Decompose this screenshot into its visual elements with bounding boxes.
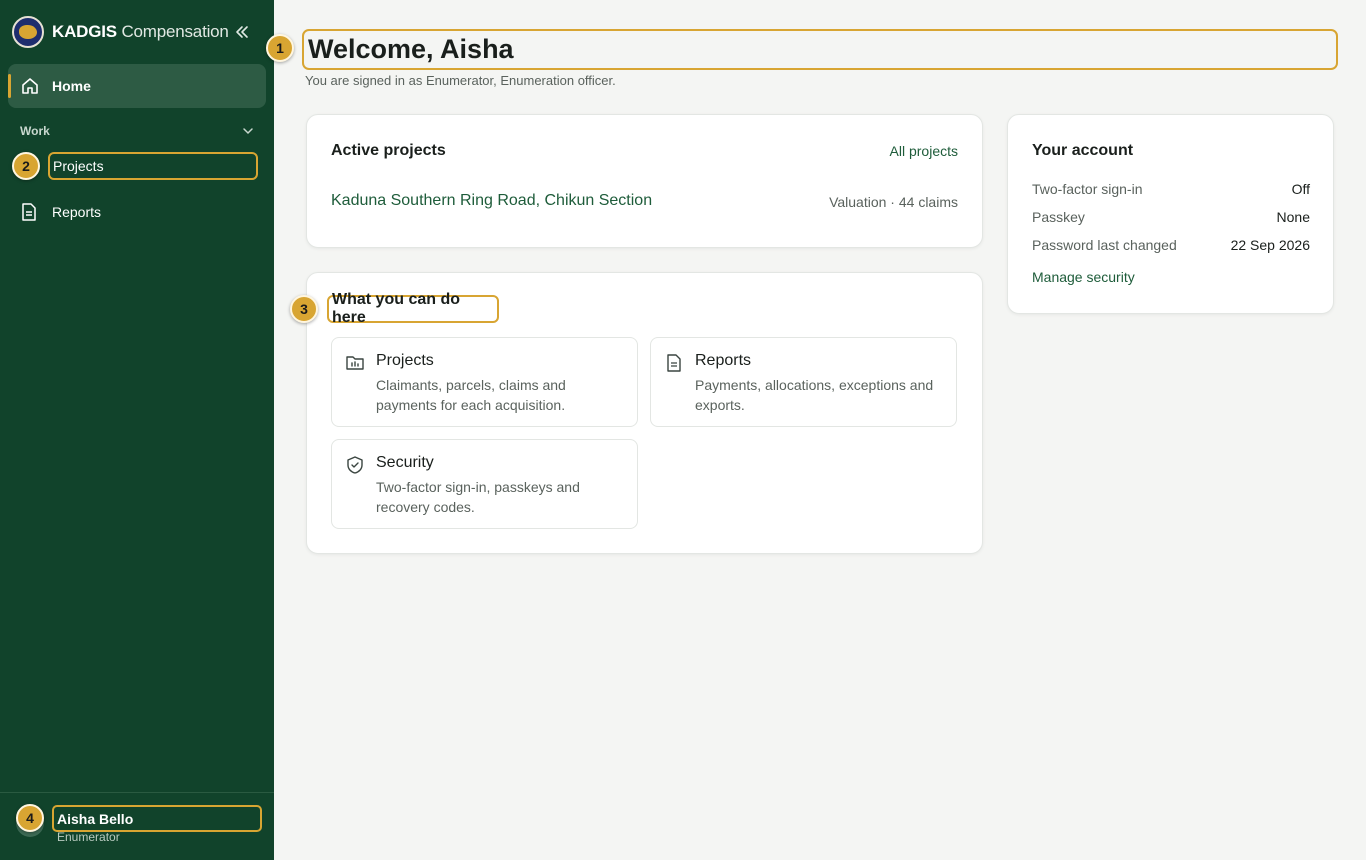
account-row: Password last changed 22 Sep 2026 — [1032, 235, 1310, 255]
tile-reports-desc: Payments, allocations, exceptions and ex… — [695, 377, 934, 413]
active-projects-card: Active projects All projects Kaduna Sout… — [306, 114, 983, 248]
sidebar-item-projects-label: Projects — [53, 158, 104, 174]
annotation-badge-4: 4 — [16, 804, 44, 832]
home-icon — [22, 78, 38, 94]
kadgis-logo — [12, 16, 44, 48]
tile-projects[interactable]: Projects Claimants, parcels, claims and … — [331, 337, 638, 427]
manage-security-link[interactable]: Manage security — [1032, 269, 1135, 285]
page-title: Welcome, Aisha — [302, 29, 1338, 70]
chevron-down-icon — [243, 128, 253, 135]
user-name: Aisha Bello — [52, 805, 262, 832]
user-name-text: Aisha Bello — [57, 810, 134, 827]
project-meta: Valuation · 44 claims — [829, 194, 958, 210]
account-row-value: None — [1276, 209, 1310, 225]
sidebar-item-reports[interactable]: Reports — [20, 200, 101, 224]
annotation-badge-2: 2 — [12, 152, 40, 180]
tile-projects-title: Projects — [376, 352, 434, 369]
sidebar: KADGIS Compensation Home Work Projects R… — [0, 0, 274, 860]
shield-check-icon — [347, 456, 363, 474]
page-subtitle: You are signed in as Enumerator, Enumera… — [305, 73, 616, 88]
user-role: Enumerator — [57, 830, 120, 844]
account-row-value: 22 Sep 2026 — [1230, 237, 1310, 253]
tile-security-title: Security — [376, 454, 434, 471]
account-row: Two-factor sign-in Off — [1032, 179, 1310, 199]
document-icon — [22, 203, 36, 221]
brand-name: KADGIS Compensation — [52, 22, 229, 42]
sidebar-item-home-label: Home — [52, 78, 91, 94]
brand-name-bold: KADGIS — [52, 22, 117, 41]
account-title: Your account — [1032, 142, 1134, 159]
brand-name-rest: Compensation — [121, 22, 229, 41]
tile-projects-desc: Claimants, parcels, claims and payments … — [376, 377, 566, 413]
active-projects-title: Active projects — [331, 142, 446, 159]
actions-title: What you can do here — [327, 291, 499, 326]
actions-card: What you can do here Projects Claimants,… — [306, 272, 983, 554]
tile-reports[interactable]: Reports Payments, allocations, exception… — [650, 337, 957, 427]
all-projects-link[interactable]: All projects — [890, 143, 958, 159]
account-row-value: Off — [1291, 181, 1310, 197]
sidebar-item-projects[interactable]: Projects — [48, 152, 258, 180]
folder-chart-icon — [346, 356, 364, 370]
account-row: Passkey None — [1032, 207, 1310, 227]
sidebar-section-label: Work — [20, 124, 50, 138]
account-row-label: Passkey — [1032, 209, 1085, 225]
collapse-sidebar-icon[interactable] — [232, 22, 252, 42]
tile-reports-title: Reports — [695, 352, 752, 369]
account-row-label: Two-factor sign-in — [1032, 181, 1143, 197]
active-indicator — [8, 74, 11, 98]
account-card: Your account Two-factor sign-in Off Pass… — [1007, 114, 1334, 314]
annotation-badge-3: 3 — [290, 295, 318, 323]
project-link[interactable]: Kaduna Southern Ring Road, Chikun Sectio… — [331, 192, 652, 210]
tile-security-desc: Two-factor sign-in, passkeys and recover… — [376, 479, 580, 515]
document-icon — [667, 354, 681, 372]
account-row-label: Password last changed — [1032, 237, 1177, 253]
brand[interactable]: KADGIS Compensation — [12, 16, 229, 48]
annotation-badge-1: 1 — [266, 34, 294, 62]
sidebar-item-reports-label: Reports — [52, 204, 102, 220]
sidebar-item-home[interactable]: Home — [8, 64, 266, 108]
actions-title-text: What you can do here — [332, 291, 460, 326]
tile-security[interactable]: Security Two-factor sign-in, passkeys an… — [331, 439, 638, 529]
sidebar-section-work[interactable]: Work — [20, 122, 254, 140]
